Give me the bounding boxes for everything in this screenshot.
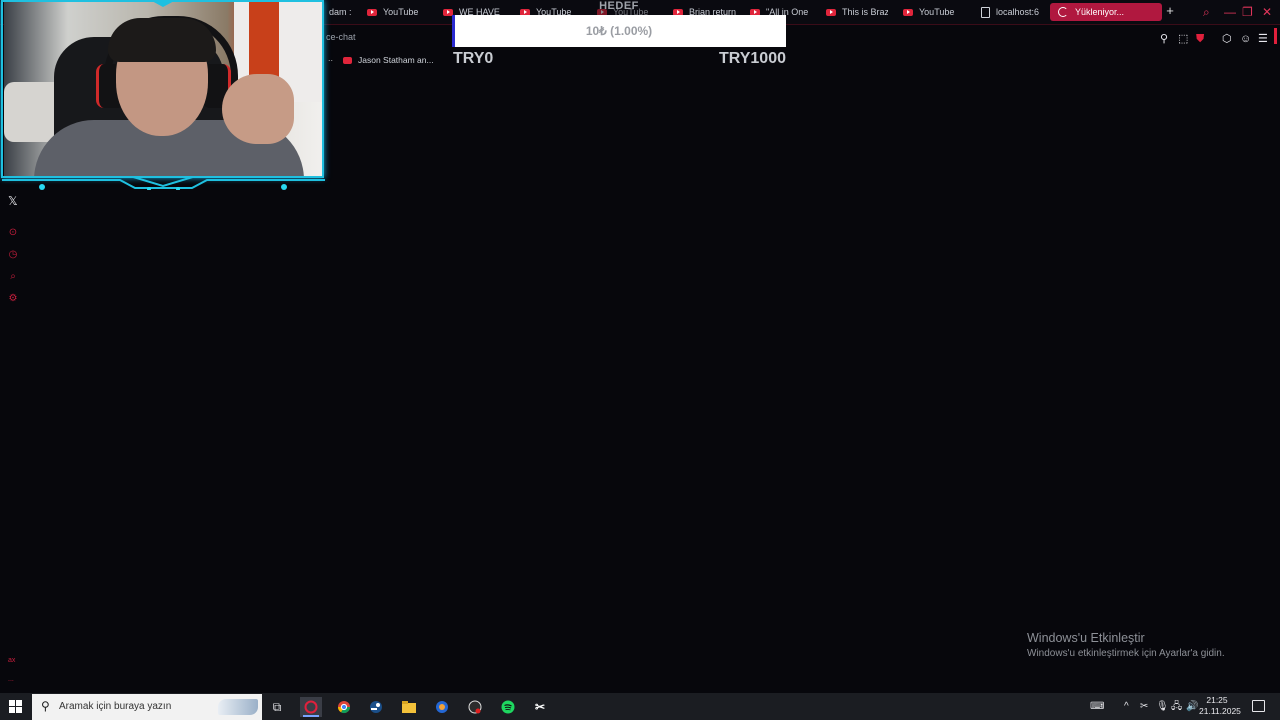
- obs-icon[interactable]: [464, 697, 486, 717]
- chat-icon[interactable]: ⌕: [6, 270, 20, 284]
- youtube-icon: [343, 56, 352, 64]
- account-icon[interactable]: ☺: [1240, 33, 1251, 45]
- search-placeholder: Aramak için buraya yazın: [59, 701, 172, 712]
- goal-progress-bar: 10₺ (1.00%): [452, 15, 786, 47]
- security-icon[interactable]: [431, 697, 453, 717]
- bookmark-item[interactable]: Jason Statham an...: [343, 55, 434, 65]
- goal-progress-text: 10₺ (1.00%): [585, 24, 653, 38]
- tab-8[interactable]: YouTube: [903, 4, 971, 20]
- file-explorer-icon[interactable]: [398, 697, 420, 717]
- rail-more-label[interactable]: ...: [8, 676, 14, 683]
- minimize-icon[interactable]: —: [1224, 4, 1236, 20]
- tab-active[interactable]: Yükleniyor...: [1050, 3, 1162, 21]
- clock-time: 21:25: [1206, 695, 1228, 705]
- tab-label: dam :: [329, 7, 351, 17]
- show-hidden-icons-icon[interactable]: ^: [1124, 700, 1129, 713]
- webcam-top-notch: [150, 0, 176, 7]
- volume-icon[interactable]: 🔊: [1186, 700, 1198, 713]
- keyboard-layout-icon[interactable]: ⌨: [1090, 700, 1104, 713]
- bookmark-label: Jason Statham an...: [358, 55, 434, 65]
- youtube-icon: [903, 8, 913, 16]
- clock-icon[interactable]: ◷: [6, 248, 20, 262]
- snapshot-icon[interactable]: ⬚: [1178, 33, 1188, 45]
- x-icon[interactable]: 𝕏: [8, 194, 18, 208]
- steam-icon[interactable]: [365, 697, 387, 717]
- activation-watermark-title: Windows'u Etkinleştir: [1027, 631, 1145, 645]
- rail-bottom-label[interactable]: ax: [8, 657, 15, 664]
- webcam-frame-decoration: [2, 176, 325, 190]
- search-tabs-icon[interactable]: ⌕: [1203, 4, 1210, 20]
- record-icon[interactable]: ⊙: [6, 226, 20, 240]
- tab-label: This is Braz: [842, 7, 888, 17]
- tab-7[interactable]: This is Braz: [826, 4, 888, 20]
- notification-icon[interactable]: [1252, 700, 1265, 712]
- capcut-tray-icon[interactable]: ✂: [1140, 700, 1148, 713]
- webcam-overlay: [0, 0, 327, 190]
- goal-title: HEDEF: [599, 0, 639, 12]
- network-icon[interactable]: 🖧: [1171, 700, 1182, 713]
- chrome-icon[interactable]: [333, 697, 355, 717]
- youtube-icon: [367, 8, 377, 16]
- pin-icon[interactable]: ⚲: [1160, 33, 1168, 45]
- menu-icon[interactable]: ☰: [1258, 33, 1268, 45]
- sidebar-accent: [1274, 28, 1277, 44]
- spinner-icon: [1058, 7, 1068, 17]
- tab-1[interactable]: YouTube: [367, 4, 435, 20]
- taskbar-clock[interactable]: 21:25 21.11.2025: [1199, 695, 1241, 717]
- search-highlight-icon: [218, 699, 258, 715]
- tab-label: YouTube: [383, 7, 419, 17]
- activation-watermark-subtitle: Windows'u etkinleştirmek için Ayarlar'a …: [1027, 648, 1225, 659]
- document-icon: [981, 6, 990, 18]
- opera-gx-icon[interactable]: [300, 697, 322, 717]
- microphone-icon[interactable]: 🎙: [1156, 700, 1169, 713]
- goal-min-label: TRY0: [453, 50, 494, 67]
- restore-icon[interactable]: ❐: [1242, 4, 1253, 20]
- spotify-icon[interactable]: [497, 697, 519, 717]
- task-view-icon[interactable]: ⧉: [266, 697, 288, 717]
- youtube-icon: [826, 8, 836, 16]
- close-icon[interactable]: ✕: [1262, 4, 1272, 20]
- extensions-icon[interactable]: ⬡: [1222, 33, 1232, 45]
- tab-label: Yükleniyor...: [1075, 7, 1125, 17]
- goal-max-label: TRY1000: [719, 50, 786, 67]
- capcut-icon[interactable]: ✂: [529, 697, 551, 717]
- shield-icon[interactable]: ⛊: [1196, 33, 1204, 45]
- bookmark-overflow-icon[interactable]: ..: [328, 53, 333, 63]
- tab-0[interactable]: dam :: [329, 4, 351, 20]
- settings-icon[interactable]: ⚙: [6, 292, 20, 306]
- tab-label: YouTube: [919, 7, 955, 17]
- clock-date: 21.11.2025: [1199, 706, 1241, 716]
- new-tab-button[interactable]: +: [1163, 3, 1177, 19]
- windows-start-icon[interactable]: [9, 700, 22, 713]
- breadcrumb[interactable]: ce-chat: [326, 32, 356, 42]
- taskbar-search[interactable]: ⚲ Aramak için buraya yazın: [32, 694, 262, 720]
- search-icon: ⚲: [41, 699, 50, 713]
- webcam-border: [1, 0, 324, 178]
- tab-label: localhost:6: [996, 7, 1040, 17]
- tab-9[interactable]: localhost:6: [981, 4, 1041, 20]
